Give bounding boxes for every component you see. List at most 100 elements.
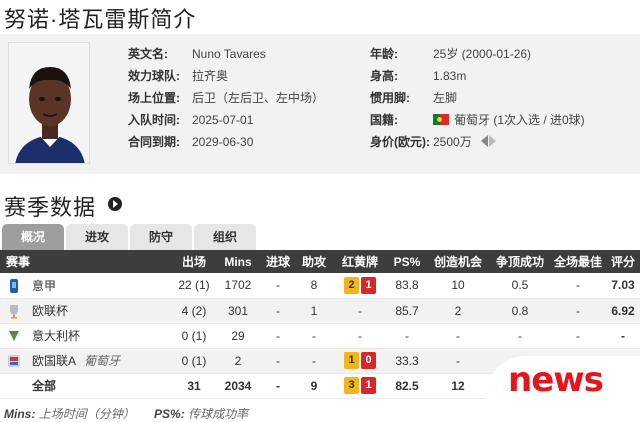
col-header: 全场最佳: [550, 250, 606, 273]
season-section-title: 赛季数据: [4, 195, 97, 220]
col-header: PS%: [388, 250, 426, 273]
cards-cell: 21: [332, 273, 388, 299]
info-value: Nuno Tavares: [192, 47, 266, 61]
info-label: 场上位置:: [128, 91, 180, 105]
info-value: 1.83m: [433, 69, 467, 83]
info-foot: 惯用脚: 左脚: [370, 89, 457, 107]
col-header: 评分: [606, 250, 640, 273]
news-watermark: news: [508, 360, 604, 400]
info-label: 惯用脚:: [370, 91, 410, 105]
info-join-date: 入队时间: 2025-07-01: [128, 111, 253, 129]
mins-cell: 29: [216, 323, 260, 349]
info-position: 场上位置: 后卫（左后卫、左中场）: [128, 89, 324, 107]
info-nationality: 国籍: 葡萄牙 (1次入选 / 进0球): [370, 111, 585, 129]
portugal-flag-icon: [433, 114, 449, 125]
yellow-card-badge: 3: [344, 377, 359, 394]
arrow-circle-right-icon[interactable]: [108, 197, 122, 211]
competition-name: 全部: [32, 379, 57, 393]
mins-cell: 2: [216, 348, 260, 374]
europa-league-logo-icon: [10, 305, 18, 319]
apps-cell: 0 (1): [172, 323, 216, 349]
tab-overview[interactable]: 概况: [2, 224, 64, 250]
goals-cell: -: [260, 373, 296, 399]
info-value: 拉齐奥: [192, 69, 229, 83]
competition-cell[interactable]: 意大利杯: [0, 323, 172, 349]
info-label: 身高:: [370, 69, 398, 83]
competition-cell[interactable]: 欧国联A 葡萄牙: [0, 348, 172, 374]
yellow-card-badge: 2: [344, 276, 359, 294]
competition-name[interactable]: 欧国联A: [32, 352, 76, 369]
info-value: 葡萄牙 (1次入选 / 进0球): [454, 113, 585, 127]
apps-cell: 4 (2): [172, 298, 216, 324]
col-header: 出场: [172, 250, 216, 273]
competition-name[interactable]: 欧联杯: [32, 302, 68, 319]
info-value: 2500万: [433, 135, 472, 149]
competition-cell[interactable]: 欧联杯: [0, 298, 172, 324]
footnote-label: Mins:: [4, 407, 36, 421]
goals-cell: -: [260, 273, 296, 299]
info-label: 效力球队:: [128, 69, 180, 83]
tab-defense[interactable]: 防守: [130, 224, 192, 250]
goals-cell: -: [260, 323, 296, 349]
goals-cell: -: [260, 348, 296, 374]
info-value: 左脚: [433, 91, 458, 105]
apps-cell: 0 (1): [172, 348, 216, 374]
cards-cell: -: [332, 298, 388, 324]
mins-cell: 1702: [216, 273, 260, 299]
col-header: 争顶成功: [490, 250, 550, 273]
apps-cell: 31: [172, 373, 216, 399]
tab-attack[interactable]: 进攻: [66, 224, 128, 250]
profile-card: 英文名: Nuno Tavares 效力球队: 拉齐奥 场上位置: 后卫（左后卫…: [0, 34, 640, 174]
info-english-name: 英文名: Nuno Tavares: [128, 45, 266, 63]
aerials-cell: -: [490, 323, 550, 349]
info-label: 英文名:: [128, 47, 168, 61]
info-value-wrap: 2500万: [433, 133, 497, 152]
ps-cell: 85.7: [388, 298, 426, 324]
cards-cell: 31: [332, 373, 388, 399]
competition-name[interactable]: 意甲: [32, 277, 56, 294]
table-footnote: Mins: 上场时间（分钟） PS%: 传球成功率: [4, 405, 264, 422]
info-value: 后卫（左后卫、左中场）: [192, 91, 325, 105]
assists-cell: -: [296, 323, 332, 349]
footnote-text: 上场时间（分钟）: [38, 407, 135, 421]
col-header: 进球: [260, 250, 296, 273]
info-label: 身价(欧元):: [370, 135, 430, 149]
ps-cell: -: [388, 323, 426, 349]
col-header: 红黄牌: [332, 250, 388, 273]
assists-cell: -: [296, 348, 332, 374]
info-label: 国籍:: [370, 113, 398, 127]
table-row[interactable]: 意甲 22 (1) 1702 - 8 21 83.8 10 0.5 - 7.03: [0, 273, 640, 299]
red-card-badge: 1: [361, 276, 376, 294]
aerials-cell: 0.5: [490, 273, 550, 299]
competition-name[interactable]: 意大利杯: [32, 327, 80, 344]
assists-cell: 8: [296, 273, 332, 299]
ps-cell: 82.5: [388, 373, 426, 399]
tab-organize[interactable]: 组织: [194, 224, 256, 250]
info-team: 效力球队: 拉齐奥: [128, 67, 228, 85]
motm-cell: -: [550, 273, 606, 299]
mins-cell: 301: [216, 298, 260, 324]
ps-cell: 83.8: [388, 273, 426, 299]
info-label: 合同到期:: [128, 135, 180, 149]
nations-league-logo-icon: [8, 355, 20, 367]
apps-cell: 22 (1): [172, 273, 216, 299]
info-value: 2025-07-01: [192, 113, 254, 127]
arrow-right-icon[interactable]: [489, 135, 497, 147]
table-header-row: 赛事 出场 Mins 进球 助攻 红黄牌 PS% 创造机会 争顶成功 全场最佳 …: [0, 250, 640, 273]
table-row[interactable]: 意大利杯 0 (1) 29 - - - - - - - -: [0, 323, 640, 349]
red-card-badge: 0: [361, 352, 376, 369]
value-trend-arrows[interactable]: [481, 134, 497, 152]
info-contract-end: 合同到期: 2029-06-30: [128, 133, 253, 151]
competition-team: 葡萄牙: [84, 354, 121, 368]
motm-cell: -: [550, 323, 606, 349]
arrow-left-icon[interactable]: [481, 135, 489, 147]
rating-cell: 6.92: [606, 298, 640, 324]
assists-cell: 1: [296, 298, 332, 324]
rating-cell: 7.03: [606, 273, 640, 299]
chances-cell: 2: [426, 298, 490, 324]
footnote-label: PS%:: [154, 407, 185, 421]
table-row[interactable]: 欧联杯 4 (2) 301 - 1 - 85.7 2 0.8 - 6.92: [0, 298, 640, 324]
competition-cell[interactable]: 意甲: [0, 273, 172, 299]
chances-cell: -: [426, 348, 490, 374]
info-value: 25岁 (2000-01-26): [433, 47, 532, 61]
